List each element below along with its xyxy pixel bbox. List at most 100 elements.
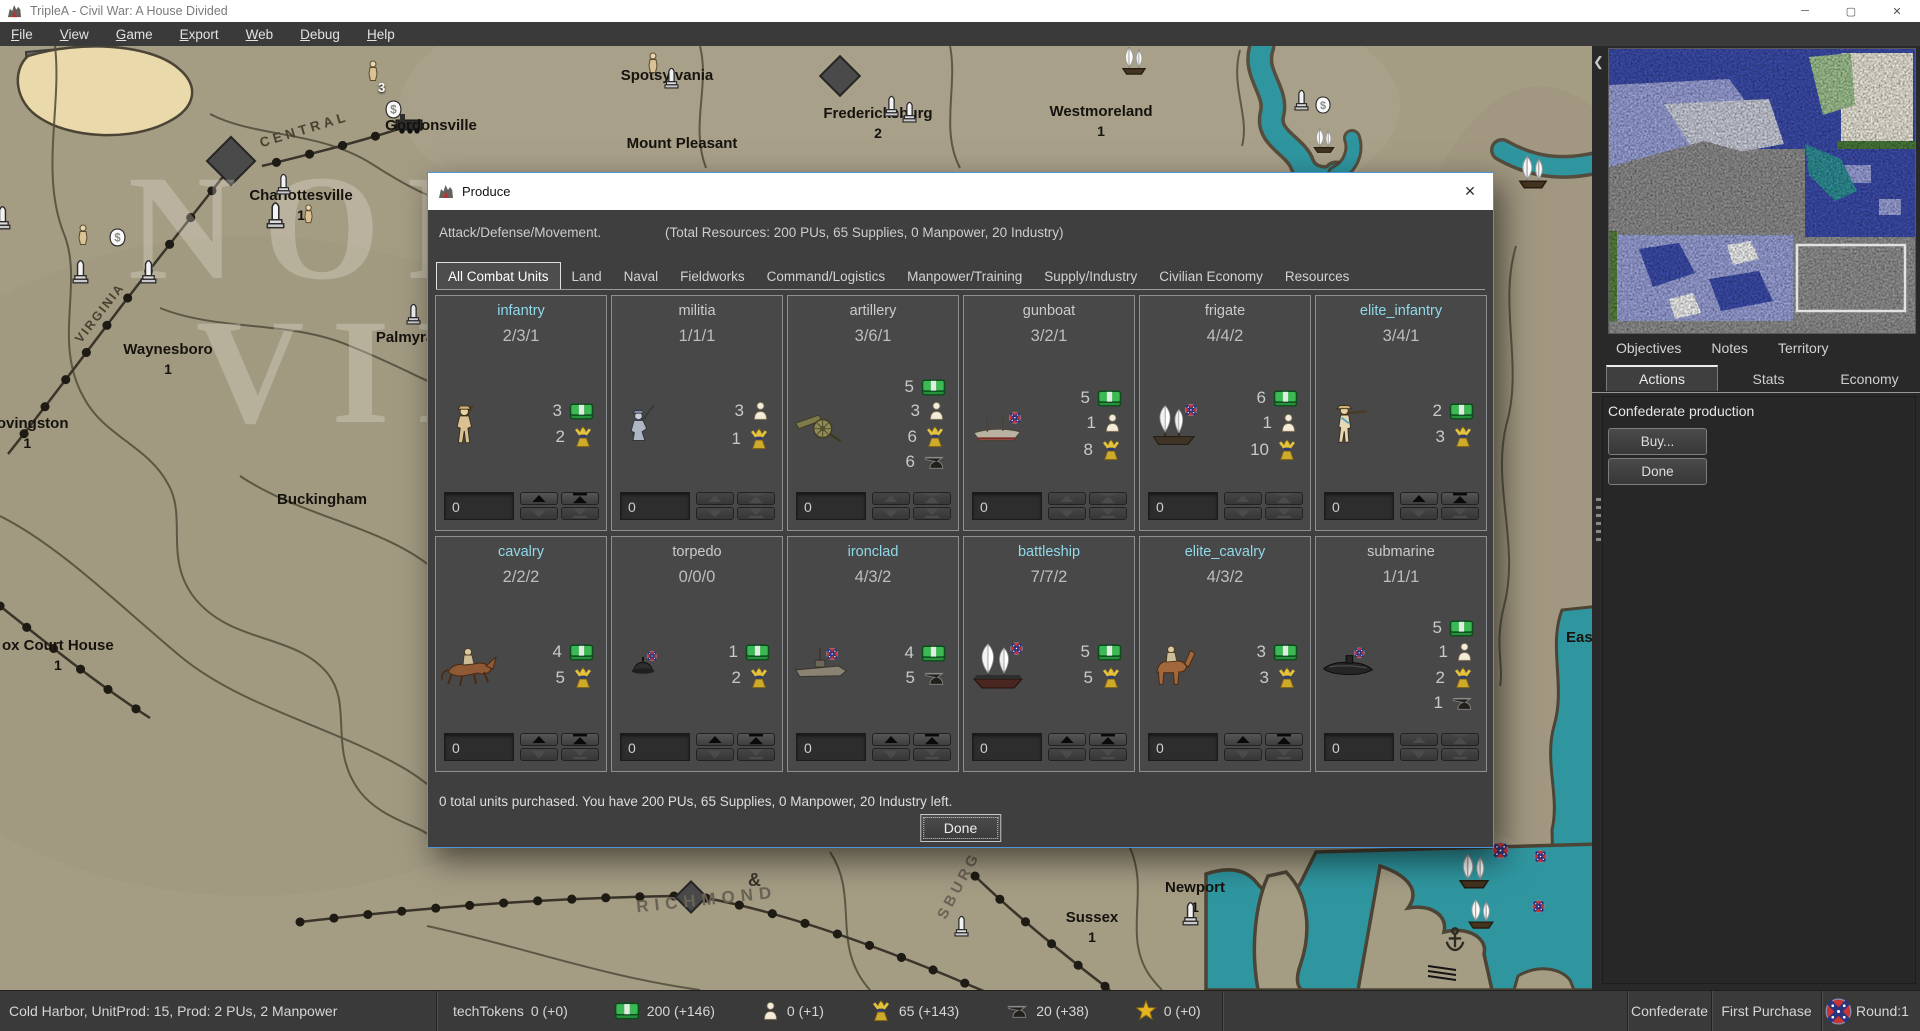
monument-unit-sprite[interactable] [884,94,899,117]
quantity-input[interactable]: 0 [1324,733,1394,761]
spin-down-button[interactable] [872,507,910,520]
monument-unit-sprite[interactable] [406,302,421,325]
spin-up-button[interactable] [696,492,734,505]
spin-max-button[interactable] [913,492,951,505]
menu-game[interactable]: Game [116,27,153,42]
spin-max-button[interactable] [737,492,775,505]
quantity-input[interactable]: 0 [1324,492,1394,520]
tab-fieldworks[interactable]: Fieldworks [669,264,756,289]
monument-unit-sprite[interactable] [72,258,89,284]
splitter-handle[interactable] [1596,498,1601,542]
soldier-unit-sprite[interactable] [646,52,660,74]
spin-min-button[interactable] [1441,507,1479,520]
spin-down-button[interactable] [696,748,734,761]
spin-max-button[interactable] [1089,733,1127,746]
spin-up-button[interactable] [1048,733,1086,746]
spin-up-button[interactable] [872,733,910,746]
menu-debug[interactable]: Debug [300,27,340,42]
monument-unit-sprite[interactable] [664,66,679,89]
close-icon[interactable]: ✕ [1447,173,1493,210]
monument-unit-sprite[interactable] [1182,900,1199,926]
quantity-input[interactable]: 0 [796,492,866,520]
spin-up-button[interactable] [1224,733,1262,746]
ship-unit-sprite[interactable] [1464,896,1498,930]
spin-min-button[interactable] [1441,748,1479,761]
spin-up-button[interactable] [1224,492,1262,505]
soldier-unit-sprite[interactable] [366,60,380,82]
spin-down-button[interactable] [696,507,734,520]
menu-file[interactable]: File [11,27,33,42]
spin-max-button[interactable] [1265,492,1303,505]
ship-unit-sprite[interactable] [1118,46,1150,76]
spin-down-button[interactable] [1048,507,1086,520]
menu-help[interactable]: Help [367,27,395,42]
tab-resources[interactable]: Resources [1274,264,1361,289]
spin-min-button[interactable] [737,507,775,520]
spin-down-button[interactable] [872,748,910,761]
spin-max-button[interactable] [1265,733,1303,746]
spin-min-button[interactable] [561,507,599,520]
spin-min-button[interactable] [1265,748,1303,761]
spin-min-button[interactable] [737,748,775,761]
monument-unit-sprite[interactable] [902,100,917,123]
spin-min-button[interactable] [913,748,951,761]
window-titlebar[interactable]: TripleA - Civil War: A House Divided ─ ▢… [0,0,1920,22]
monument-unit-sprite[interactable] [140,258,157,284]
spin-down-button[interactable] [1400,748,1438,761]
spin-down-button[interactable] [1048,748,1086,761]
ship-unit-sprite[interactable] [1454,850,1494,890]
quantity-input[interactable]: 0 [972,733,1042,761]
spin-min-button[interactable] [561,748,599,761]
soldier-unit-sprite[interactable] [302,204,315,224]
dialog-done-button[interactable]: Done [920,814,1001,842]
tab-all-combat-units[interactable]: All Combat Units [436,262,561,289]
spin-min-button[interactable] [1089,507,1127,520]
monument-unit-sprite[interactable] [954,914,969,937]
monument-unit-sprite[interactable] [276,172,291,195]
spin-up-button[interactable] [872,492,910,505]
quantity-input[interactable]: 0 [620,733,690,761]
spin-min-button[interactable] [913,507,951,520]
spin-max-button[interactable] [561,492,599,505]
money-unit-sprite[interactable] [1314,96,1332,114]
sidebar-done-button[interactable]: Done [1608,458,1707,485]
tab-civilian-economy[interactable]: Civilian Economy [1148,264,1274,289]
tab-objectives[interactable]: Objectives [1616,340,1681,356]
spin-down-button[interactable] [520,507,558,520]
quantity-input[interactable]: 0 [444,492,514,520]
tab-stats[interactable]: Stats [1718,371,1819,391]
spin-max-button[interactable] [913,733,951,746]
monument-unit-sprite[interactable] [0,204,11,230]
spin-min-button[interactable] [1265,507,1303,520]
maximize-button[interactable]: ▢ [1828,0,1874,22]
menu-view[interactable]: View [60,27,89,42]
tab-naval[interactable]: Naval [613,264,670,289]
spin-max-button[interactable] [1441,492,1479,505]
spin-down-button[interactable] [520,748,558,761]
spin-max-button[interactable] [561,733,599,746]
menu-export[interactable]: Export [180,27,219,42]
ship-unit-sprite[interactable] [1514,152,1552,190]
spin-up-button[interactable] [520,733,558,746]
tab-supply-industry[interactable]: Supply/Industry [1033,264,1148,289]
collapse-sidebar-icon[interactable]: ❮ [1593,54,1604,70]
menu-web[interactable]: Web [246,27,274,42]
spin-up-button[interactable] [1400,733,1438,746]
spin-max-button[interactable] [737,733,775,746]
quantity-input[interactable]: 0 [620,492,690,520]
tab-manpower-training[interactable]: Manpower/Training [896,264,1033,289]
spin-min-button[interactable] [1089,748,1127,761]
spin-max-button[interactable] [1441,733,1479,746]
spin-up-button[interactable] [1048,492,1086,505]
spin-up-button[interactable] [696,733,734,746]
close-button[interactable]: ✕ [1874,0,1920,22]
spin-down-button[interactable] [1400,507,1438,520]
soldier-unit-sprite[interactable] [76,224,90,246]
tab-command-logistics[interactable]: Command/Logistics [756,264,897,289]
tab-notes[interactable]: Notes [1711,340,1748,356]
monument-unit-sprite[interactable] [1294,88,1309,111]
tab-actions[interactable]: Actions [1606,365,1718,391]
quantity-input[interactable]: 0 [444,733,514,761]
tab-land[interactable]: Land [561,264,613,289]
quantity-input[interactable]: 0 [1148,492,1218,520]
